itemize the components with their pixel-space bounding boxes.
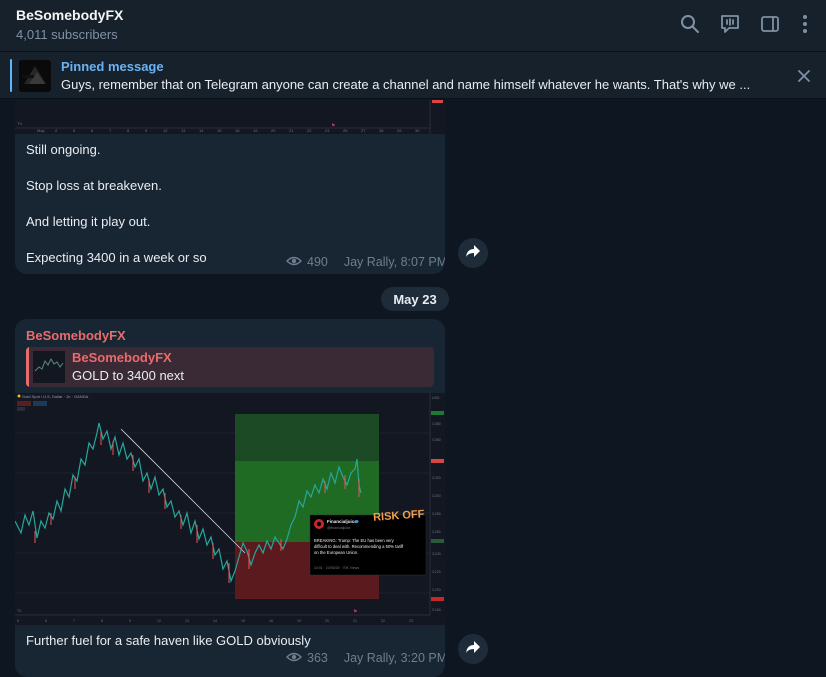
svg-text:27: 27 bbox=[361, 128, 366, 133]
svg-text:@financialjuice: @financialjuice bbox=[327, 526, 351, 530]
svg-text:29: 29 bbox=[397, 128, 402, 133]
video-chat-icon[interactable] bbox=[718, 12, 742, 36]
chart-image[interactable]: TV May 2 5 6 7 8 9 12 13 14 15 16 19 20 21 22 23 26 27 28 29… bbox=[15, 100, 445, 134]
author-time: Jay Rally, 3:20 PM bbox=[343, 651, 445, 665]
svg-text:3,260: 3,260 bbox=[432, 530, 441, 534]
svg-text:14: 14 bbox=[199, 128, 204, 133]
svg-text:20: 20 bbox=[271, 128, 276, 133]
svg-text:7: 7 bbox=[73, 619, 75, 623]
svg-text:⚑: ⚑ bbox=[353, 609, 357, 615]
forward-arrow-icon bbox=[465, 244, 481, 263]
reply-text: GOLD to 3400 next bbox=[72, 368, 185, 383]
svg-text:30: 30 bbox=[415, 128, 420, 133]
svg-text:9: 9 bbox=[129, 619, 131, 623]
svg-text:3,280: 3,280 bbox=[432, 512, 441, 516]
svg-text:May: May bbox=[37, 128, 45, 133]
svg-text:21: 21 bbox=[353, 619, 357, 623]
message-line: Stop loss at breakeven. bbox=[26, 178, 162, 193]
svg-text:28: 28 bbox=[379, 128, 384, 133]
svg-text:21: 21 bbox=[289, 128, 294, 133]
svg-text:16: 16 bbox=[269, 619, 273, 623]
svg-text:3,320: 3,320 bbox=[432, 476, 441, 480]
message-meta: 490 Jay Rally, 8:07 PM bbox=[286, 255, 445, 269]
svg-text:26: 26 bbox=[343, 128, 348, 133]
svg-text:3,220: 3,220 bbox=[432, 570, 441, 574]
svg-text:23: 23 bbox=[409, 619, 413, 623]
sidebar-toggle-icon[interactable] bbox=[758, 12, 782, 36]
svg-text:USD: USD bbox=[432, 396, 440, 400]
message-line: Still ongoing. bbox=[26, 142, 101, 157]
pinned-title: Pinned message bbox=[61, 59, 164, 74]
reply-thumbnail bbox=[33, 351, 65, 383]
date-separator: May 23 bbox=[381, 287, 449, 311]
svg-text:3,300: 3,300 bbox=[432, 494, 441, 498]
pinned-indicator bbox=[10, 59, 12, 92]
sender-name[interactable]: BeSomebodyFX bbox=[26, 328, 126, 343]
more-icon[interactable] bbox=[793, 12, 817, 36]
forward-arrow-icon bbox=[465, 640, 481, 659]
message-line: Expecting 3400 in a week or so bbox=[26, 250, 207, 265]
svg-text:3,380: 3,380 bbox=[432, 422, 441, 426]
forward-button[interactable] bbox=[458, 238, 488, 268]
svg-text:TV: TV bbox=[17, 609, 22, 613]
message-line: And letting it play out. bbox=[26, 214, 151, 229]
svg-text:13: 13 bbox=[185, 619, 189, 623]
reply-title: BeSomebodyFX bbox=[72, 350, 172, 365]
svg-text:19: 19 bbox=[253, 128, 258, 133]
tweet-name: Financialjuice bbox=[327, 519, 357, 524]
svg-text:19: 19 bbox=[297, 619, 301, 623]
pinned-message-bar[interactable]: Pinned message Guys, remember that on Te… bbox=[0, 52, 826, 99]
svg-text:8: 8 bbox=[101, 619, 103, 623]
svg-text:3,360: 3,360 bbox=[432, 438, 441, 442]
svg-text:20: 20 bbox=[325, 619, 329, 623]
svg-text:15: 15 bbox=[241, 619, 245, 623]
message-text: Further fuel for a safe haven like GOLD … bbox=[26, 633, 311, 648]
forward-button[interactable] bbox=[458, 634, 488, 664]
svg-text:6: 6 bbox=[45, 619, 47, 623]
svg-text:12: 12 bbox=[163, 128, 168, 133]
svg-text:Gold Spot / U.S. Dollar · 1h ·: Gold Spot / U.S. Dollar · 1h · OANDA bbox=[22, 394, 89, 399]
chart-image[interactable]: Gold Spot / U.S. Dollar · 1h · OANDA Fin… bbox=[15, 393, 445, 625]
svg-text:23: 23 bbox=[325, 128, 330, 133]
pinned-thumbnail bbox=[19, 60, 51, 92]
svg-text:22: 22 bbox=[307, 128, 312, 133]
svg-text:14: 14 bbox=[213, 619, 217, 623]
svg-text:15: 15 bbox=[217, 128, 222, 133]
svg-text:TV: TV bbox=[17, 121, 22, 126]
close-icon[interactable] bbox=[794, 66, 814, 86]
subscriber-count: 4,011 subscribers bbox=[16, 27, 118, 42]
view-count: 490 bbox=[307, 255, 328, 269]
author-time: Jay Rally, 8:07 PM bbox=[343, 255, 445, 269]
view-count: 363 bbox=[307, 651, 328, 665]
svg-text:22: 22 bbox=[381, 619, 385, 623]
svg-text:3,160: 3,160 bbox=[432, 608, 441, 612]
svg-text:12: 12 bbox=[157, 619, 161, 623]
message-meta: 363 Jay Rally, 3:20 PM bbox=[286, 651, 445, 665]
message-bubble[interactable]: BeSomebodyFX BeSomebodyFX GOLD to 3400 n… bbox=[15, 319, 445, 677]
eye-icon bbox=[286, 255, 302, 269]
svg-text:10:01 · 23/05/25 · 70K Views: 10:01 · 23/05/25 · 70K Views bbox=[314, 566, 359, 570]
channel-title[interactable]: BeSomebodyFX bbox=[16, 7, 123, 23]
svg-text:13: 13 bbox=[181, 128, 186, 133]
svg-text:5: 5 bbox=[17, 619, 19, 623]
reply-preview[interactable]: BeSomebodyFX GOLD to 3400 next bbox=[26, 347, 434, 387]
message-bubble[interactable]: TV May 2 5 6 7 8 9 12 13 14 15 16 19 20 21 22 23 26 27 28 29… bbox=[15, 100, 445, 274]
eye-icon bbox=[286, 651, 302, 665]
svg-text:3,240: 3,240 bbox=[432, 552, 441, 556]
svg-text:3,200: 3,200 bbox=[432, 588, 441, 592]
svg-text:16: 16 bbox=[235, 128, 240, 133]
channel-header: BeSomebodyFX 4,011 subscribers bbox=[0, 0, 826, 52]
pinned-text: Guys, remember that on Telegram anyone c… bbox=[61, 77, 751, 92]
svg-text:⚑: ⚑ bbox=[331, 123, 335, 129]
tweet-text-line: on the European Union. bbox=[314, 550, 358, 555]
message-feed[interactable]: TV May 2 5 6 7 8 9 12 13 14 15 16 19 20 21 22 23 26 27 28 29… bbox=[0, 100, 826, 677]
tweet-text-line: BREAKING: Trump: The EU has been very bbox=[314, 538, 395, 543]
tweet-text-line: difficult to deal with. Recommending a 5… bbox=[314, 544, 404, 549]
search-icon[interactable] bbox=[678, 12, 702, 36]
